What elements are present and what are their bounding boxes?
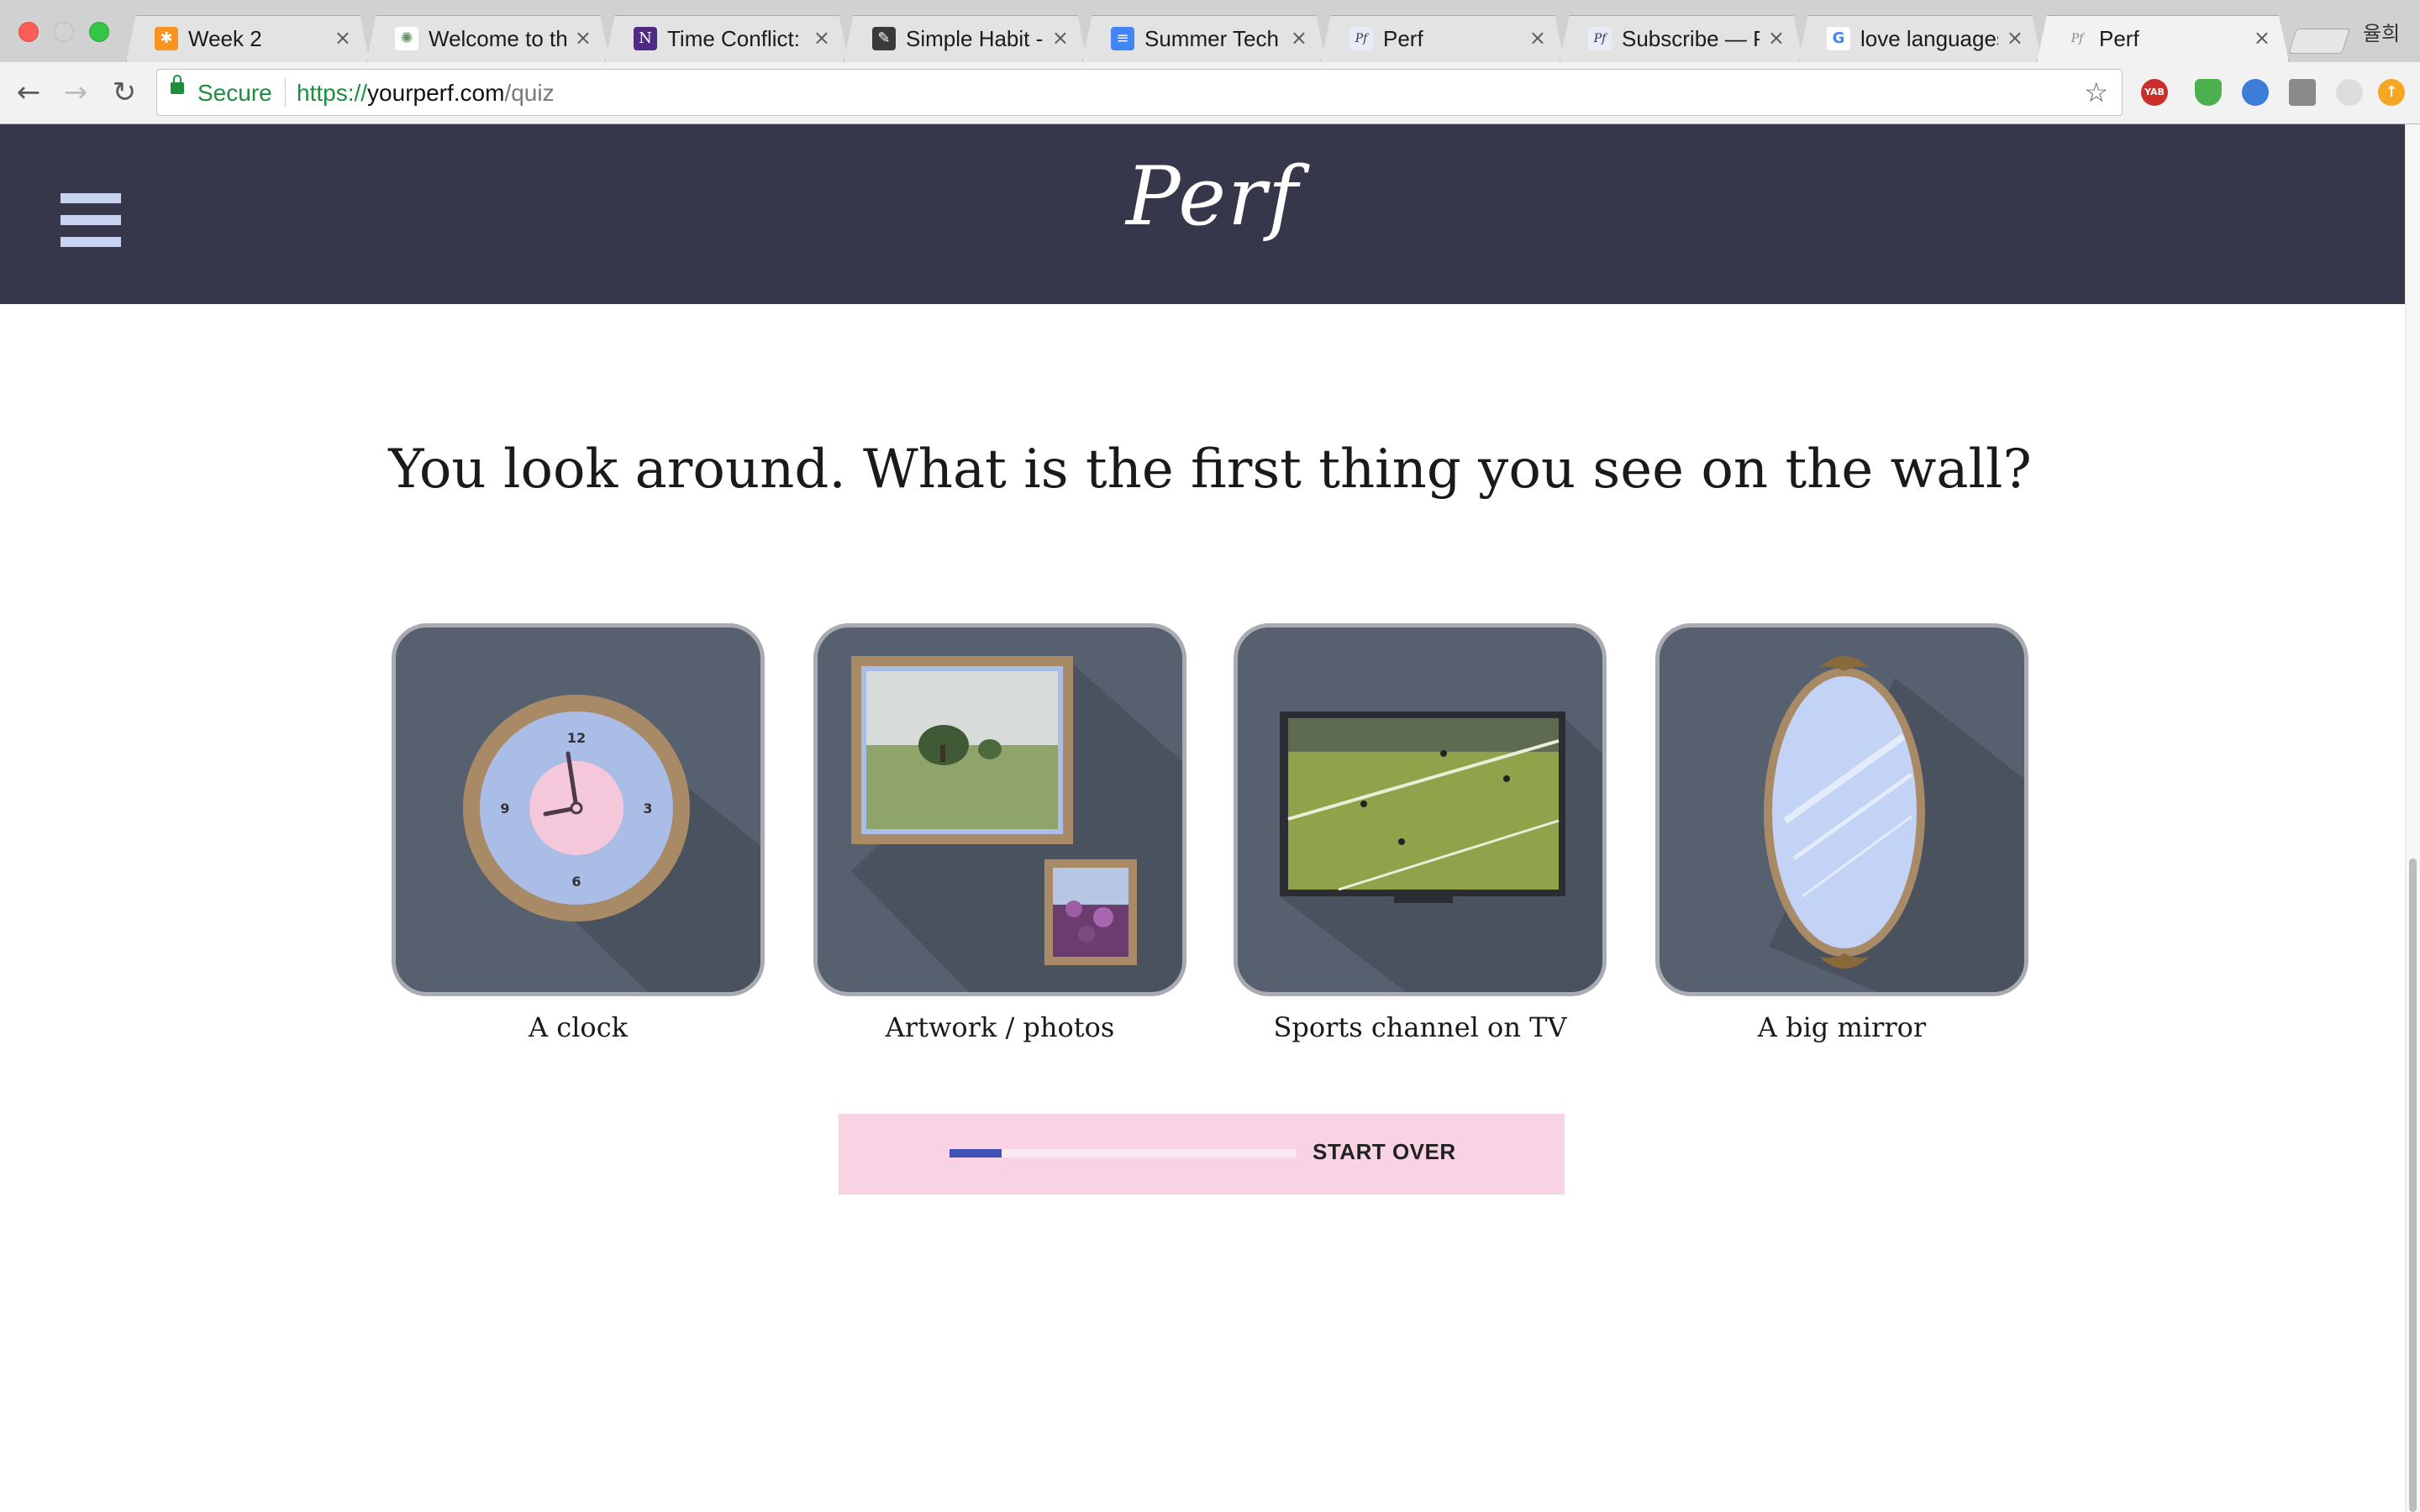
quiz-option-clock[interactable]: 12 3 6 9 A clock	[392, 623, 765, 1043]
reload-icon[interactable]: ↻	[108, 76, 141, 109]
tab-title: Perf	[2099, 26, 2139, 51]
option-card[interactable]	[1234, 623, 1607, 996]
tab-close-icon[interactable]: ×	[2254, 26, 2270, 50]
browser-tab[interactable]: Pf Perf ×	[1321, 15, 1565, 62]
zoom-window-button[interactable]	[89, 22, 109, 42]
option-label: A big mirror	[1757, 1011, 1927, 1043]
globe-extension-icon[interactable]	[2242, 79, 2269, 106]
page-scrollbar[interactable]	[2405, 124, 2420, 1512]
tab-title: Simple Habit - V	[906, 26, 1044, 51]
tab-title: Subscribe — Pe	[1622, 26, 1760, 51]
shield-extension-icon[interactable]	[2195, 79, 2222, 106]
tab-close-icon[interactable]: ×	[1768, 26, 1785, 50]
perf-favicon: Pf	[1588, 27, 1612, 50]
lock-icon	[171, 75, 184, 94]
browser-tab[interactable]: G love languages ×	[1798, 15, 2042, 62]
yab-extension-icon[interactable]: YAB	[2141, 79, 2168, 106]
security-label: Secure	[197, 80, 272, 106]
perf-favicon: Pf	[1349, 27, 1373, 50]
pen-icon: ✎	[872, 27, 896, 50]
address-bar[interactable]: Secure https://yourperf.com/quiz ☆	[156, 69, 2123, 116]
browser-tab[interactable]: ≡ Summer Tech In ×	[1082, 15, 1326, 62]
quiz-option-sports-tv[interactable]: Sports channel on TV	[1234, 623, 1607, 1043]
hamburger-menu-icon[interactable]	[60, 193, 121, 247]
perf-favicon: Pf	[2065, 27, 2089, 50]
joomla-icon: ✱	[155, 27, 178, 50]
tab-title: love languages	[1860, 26, 1998, 51]
option-card[interactable]	[1655, 623, 2028, 996]
clock-illustration: 12 3 6 9	[463, 695, 760, 992]
browser-tab[interactable]: Pf Subscribe — Pe ×	[1560, 15, 1803, 62]
minimize-window-button[interactable]	[54, 22, 74, 42]
tab-close-icon[interactable]: ×	[1052, 26, 1069, 50]
google-icon: G	[1827, 27, 1850, 50]
tab-close-icon[interactable]: ×	[813, 26, 830, 50]
tab-title: Perf	[1383, 26, 1423, 51]
tab-title: Summer Tech In	[1144, 26, 1282, 51]
progress-bar	[950, 1149, 1296, 1158]
clock-number-9: 9	[500, 801, 509, 816]
sunburst-icon: ✺	[395, 27, 418, 50]
clock-number-3: 3	[643, 801, 652, 816]
progress-bar-fill	[950, 1149, 1002, 1158]
tv-soccer-illustration	[1280, 711, 1602, 992]
clock-number-6: 6	[571, 874, 581, 890]
browser-tab[interactable]: ✎ Simple Habit - V ×	[844, 15, 1087, 62]
url-text[interactable]: https://yourperf.com/quiz	[297, 80, 555, 107]
option-label: A clock	[528, 1011, 628, 1043]
moon-extension-icon[interactable]	[2336, 79, 2363, 106]
tab-title: Time Conflict: C	[667, 26, 805, 51]
back-arrow-icon[interactable]: ←	[12, 76, 45, 109]
quiz-question: You look around. What is the first thing…	[388, 438, 2032, 501]
n-logo-icon: N	[634, 27, 657, 50]
site-logo[interactable]: Perf	[1126, 150, 1298, 244]
site-header: Perf	[0, 124, 2420, 304]
oval-mirror-illustration	[1764, 656, 2024, 992]
tab-close-icon[interactable]: ×	[575, 26, 592, 50]
quiz-progress-panel: START OVER	[839, 1114, 1565, 1194]
new-tab-button[interactable]	[2288, 29, 2350, 54]
browser-tab[interactable]: ✱ Week 2 ×	[126, 15, 370, 62]
tab-close-icon[interactable]: ×	[1291, 26, 1307, 50]
browser-tab-active[interactable]: Pf Perf ×	[2037, 15, 2289, 62]
forward-arrow-icon[interactable]: →	[59, 76, 92, 109]
profile-name[interactable]: 율희	[2363, 17, 2400, 46]
tab-title: Week 2	[188, 26, 262, 51]
start-over-button[interactable]: START OVER	[1313, 1139, 1456, 1165]
tab-close-icon[interactable]: ×	[2007, 26, 2023, 50]
docs-icon: ≡	[1111, 27, 1134, 50]
tab-close-icon[interactable]: ×	[334, 26, 351, 50]
framed-photos-illustration	[851, 656, 1182, 992]
clock-number-12: 12	[567, 730, 586, 746]
browser-tab-strip: ✱ Week 2 × ✺ Welcome to the × N Time Con…	[0, 0, 2420, 62]
tab-title: Welcome to the	[429, 26, 566, 51]
scrollbar-thumb[interactable]	[2409, 858, 2417, 1512]
quiz-option-mirror[interactable]: A big mirror	[1655, 623, 2028, 1043]
browser-tab[interactable]: ✺ Welcome to the ×	[366, 15, 610, 62]
browser-tab[interactable]: N Time Conflict: C ×	[605, 15, 849, 62]
close-window-button[interactable]	[18, 22, 39, 42]
option-card[interactable]: 12 3 6 9	[392, 623, 765, 996]
browser-toolbar: ← → ↻ Secure https://yourperf.com/quiz ☆…	[0, 62, 2420, 124]
orange-extension-icon[interactable]: ↑	[2378, 79, 2405, 106]
option-card[interactable]	[813, 623, 1186, 996]
option-label: Sports channel on TV	[1273, 1011, 1567, 1043]
tab-close-icon[interactable]: ×	[1529, 26, 1546, 50]
eyedropper-extension-icon[interactable]	[2289, 79, 2316, 106]
quiz-option-artwork[interactable]: Artwork / photos	[813, 623, 1186, 1043]
bookmark-star-icon[interactable]: ☆	[2084, 77, 2108, 108]
option-label: Artwork / photos	[885, 1011, 1115, 1043]
